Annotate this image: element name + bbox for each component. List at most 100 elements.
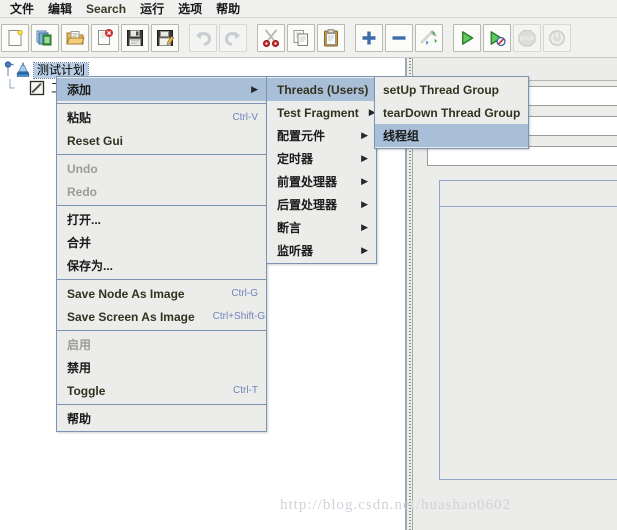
- open-folder-button[interactable]: [61, 23, 89, 52]
- threads-submenu[interactable]: setUp Thread Group tearDown Thread Group 线…: [374, 76, 529, 149]
- redo-button: [219, 23, 247, 52]
- context-menu-item-redo: Redo: [57, 180, 266, 203]
- context-menu-item-合并[interactable]: 合并: [57, 231, 266, 254]
- context-menu-item-粘贴[interactable]: 粘贴 Ctrl-V: [57, 106, 266, 129]
- menu-文件[interactable]: 文件: [3, 0, 41, 18]
- open-folder-icon: [65, 28, 85, 48]
- start-play-button[interactable]: [453, 23, 481, 52]
- tree-expand-handle-icon[interactable]: [4, 61, 14, 79]
- expand-plus-icon: [359, 28, 379, 48]
- context-menu-item-reset-gui[interactable]: Reset Gui: [57, 129, 266, 152]
- toolbar-group: [256, 18, 346, 58]
- add-submenu-item-前置处理器[interactable]: 前置处理器 ▶: [267, 170, 376, 193]
- threads-submenu-item-teardown-thread-group[interactable]: tearDown Thread Group: [375, 101, 528, 124]
- test-plan-icon: [14, 61, 32, 79]
- copy-button[interactable]: [287, 23, 315, 52]
- menu-item-shortcut: Ctrl+Shift-G: [212, 311, 266, 322]
- close-document-icon: [95, 28, 115, 48]
- menu-bar: 文件 编辑 Search 运行 选项 帮助: [0, 0, 617, 18]
- menu-separator: [57, 154, 266, 155]
- new-document-icon: [5, 28, 25, 48]
- context-menu-item-添加[interactable]: 添加 ▶: [57, 78, 266, 101]
- submenu-arrow-icon: ▶: [361, 245, 368, 255]
- submenu-arrow-icon: ▶: [361, 130, 368, 140]
- add-submenu-item-配置元件[interactable]: 配置元件 ▶: [267, 124, 376, 147]
- menu-帮助[interactable]: 帮助: [209, 0, 247, 18]
- context-menu-item-禁用[interactable]: 禁用: [57, 356, 266, 379]
- editor-group-header: [440, 181, 617, 207]
- context-menu-item-toggle[interactable]: Toggle Ctrl-T: [57, 379, 266, 402]
- threads-submenu-item-线程组[interactable]: 线程组: [375, 124, 528, 147]
- toolbar-group: STOP: [452, 18, 572, 58]
- menu-item-label: 定时器: [277, 152, 314, 166]
- tree-branch-line-icon: [6, 79, 16, 97]
- save-as-button[interactable]: [151, 23, 179, 52]
- menu-item-label: Toggle: [67, 383, 106, 398]
- templates-button[interactable]: [31, 23, 59, 52]
- threads-submenu-item-setup-thread-group[interactable]: setUp Thread Group: [375, 78, 528, 101]
- submenu-arrow-icon: ▶: [361, 222, 368, 232]
- add-submenu-item-threads-users[interactable]: Threads (Users)▶: [267, 78, 385, 101]
- stop-button: STOP: [513, 23, 541, 52]
- menu-item-label: 添加: [67, 83, 92, 97]
- menu-item-label: Save Node As Image: [67, 286, 185, 301]
- cut-scissors-button[interactable]: [257, 23, 285, 52]
- menu-item-label: 断言: [277, 221, 302, 235]
- toolbar-separator: [180, 18, 188, 58]
- editor-group-box: [439, 180, 617, 480]
- new-document-button[interactable]: [1, 23, 29, 52]
- add-submenu-item-断言[interactable]: 断言 ▶: [267, 216, 376, 239]
- menu-item-label: 前置处理器: [277, 175, 338, 189]
- add-submenu[interactable]: Threads (Users)▶Test Fragment▶配置元件▶定时器▶前…: [266, 76, 385, 264]
- save-as-icon: [155, 28, 175, 48]
- menu-item-shortcut: Ctrl-V: [232, 112, 258, 123]
- jmeter-window: 文件编辑Search运行选项帮助 STOP 测试计划工作台 添加▶粘贴Ctrl-…: [0, 0, 617, 530]
- expand-plus-button[interactable]: [355, 23, 383, 52]
- context-menu-item-save-screen-as-image[interactable]: Save Screen As Image Ctrl+Shift-G: [57, 305, 266, 328]
- add-submenu-item-后置处理器[interactable]: 后置处理器 ▶: [267, 193, 376, 216]
- menu-item-label: 合并: [67, 236, 92, 250]
- add-submenu-item-监听器[interactable]: 监听器 ▶: [267, 239, 376, 262]
- toggle-enable-icon: [419, 28, 439, 48]
- submenu-arrow-icon: ▶: [361, 176, 368, 186]
- undo-icon: [193, 28, 213, 48]
- toolbar: STOP: [0, 18, 617, 58]
- workbench-icon: [28, 79, 46, 97]
- menu-search[interactable]: Search: [79, 1, 133, 17]
- paste-clipboard-button[interactable]: [317, 23, 345, 52]
- collapse-minus-button[interactable]: [385, 23, 413, 52]
- menu-item-label: 打开...: [67, 213, 102, 227]
- menu-item-label: setUp Thread Group: [383, 82, 500, 97]
- context-menu-item-undo: Undo: [57, 157, 266, 180]
- editor-extra-field[interactable]: [427, 146, 617, 166]
- menu-item-label: 启用: [67, 338, 92, 352]
- toolbar-group: [354, 18, 444, 58]
- menu-编辑[interactable]: 编辑: [41, 0, 79, 18]
- toggle-enable-button[interactable]: [415, 23, 443, 52]
- context-menu-item-保存为[interactable]: 保存为...: [57, 254, 266, 277]
- context-menu-item-打开[interactable]: 打开...: [57, 208, 266, 231]
- shutdown-button: [543, 23, 571, 52]
- toolbar-separator: [444, 18, 452, 58]
- context-menu-item-启用: 启用: [57, 333, 266, 356]
- menu-item-label: Save Screen As Image: [67, 309, 195, 324]
- start-no-timers-button[interactable]: [483, 23, 511, 52]
- paste-clipboard-icon: [321, 28, 341, 48]
- menu-item-label: 监听器: [277, 244, 314, 258]
- redo-icon: [223, 28, 243, 48]
- start-play-icon: [457, 28, 477, 48]
- toolbar-separator: [248, 18, 256, 58]
- menu-选项[interactable]: 选项: [171, 0, 209, 18]
- menu-运行[interactable]: 运行: [133, 0, 171, 18]
- svg-text:STOP: STOP: [520, 36, 535, 42]
- save-button[interactable]: [121, 23, 149, 52]
- submenu-arrow-icon: ▶: [251, 84, 258, 94]
- menu-item-label: tearDown Thread Group: [383, 105, 521, 120]
- add-submenu-item-test-fragment[interactable]: Test Fragment ▶: [267, 101, 376, 124]
- close-document-button[interactable]: [91, 23, 119, 52]
- menu-item-label: Reset Gui: [67, 133, 124, 148]
- context-menu-item-帮助[interactable]: 帮助: [57, 407, 266, 430]
- add-submenu-item-定时器[interactable]: 定时器 ▶: [267, 147, 376, 170]
- context-menu-item-save-node-as-image[interactable]: Save Node As Image Ctrl-G: [57, 282, 266, 305]
- tree-context-menu[interactable]: 添加 ▶ 粘贴 Ctrl-V Reset Gui Undo Redo 打开... 合并保存为..…: [56, 76, 267, 432]
